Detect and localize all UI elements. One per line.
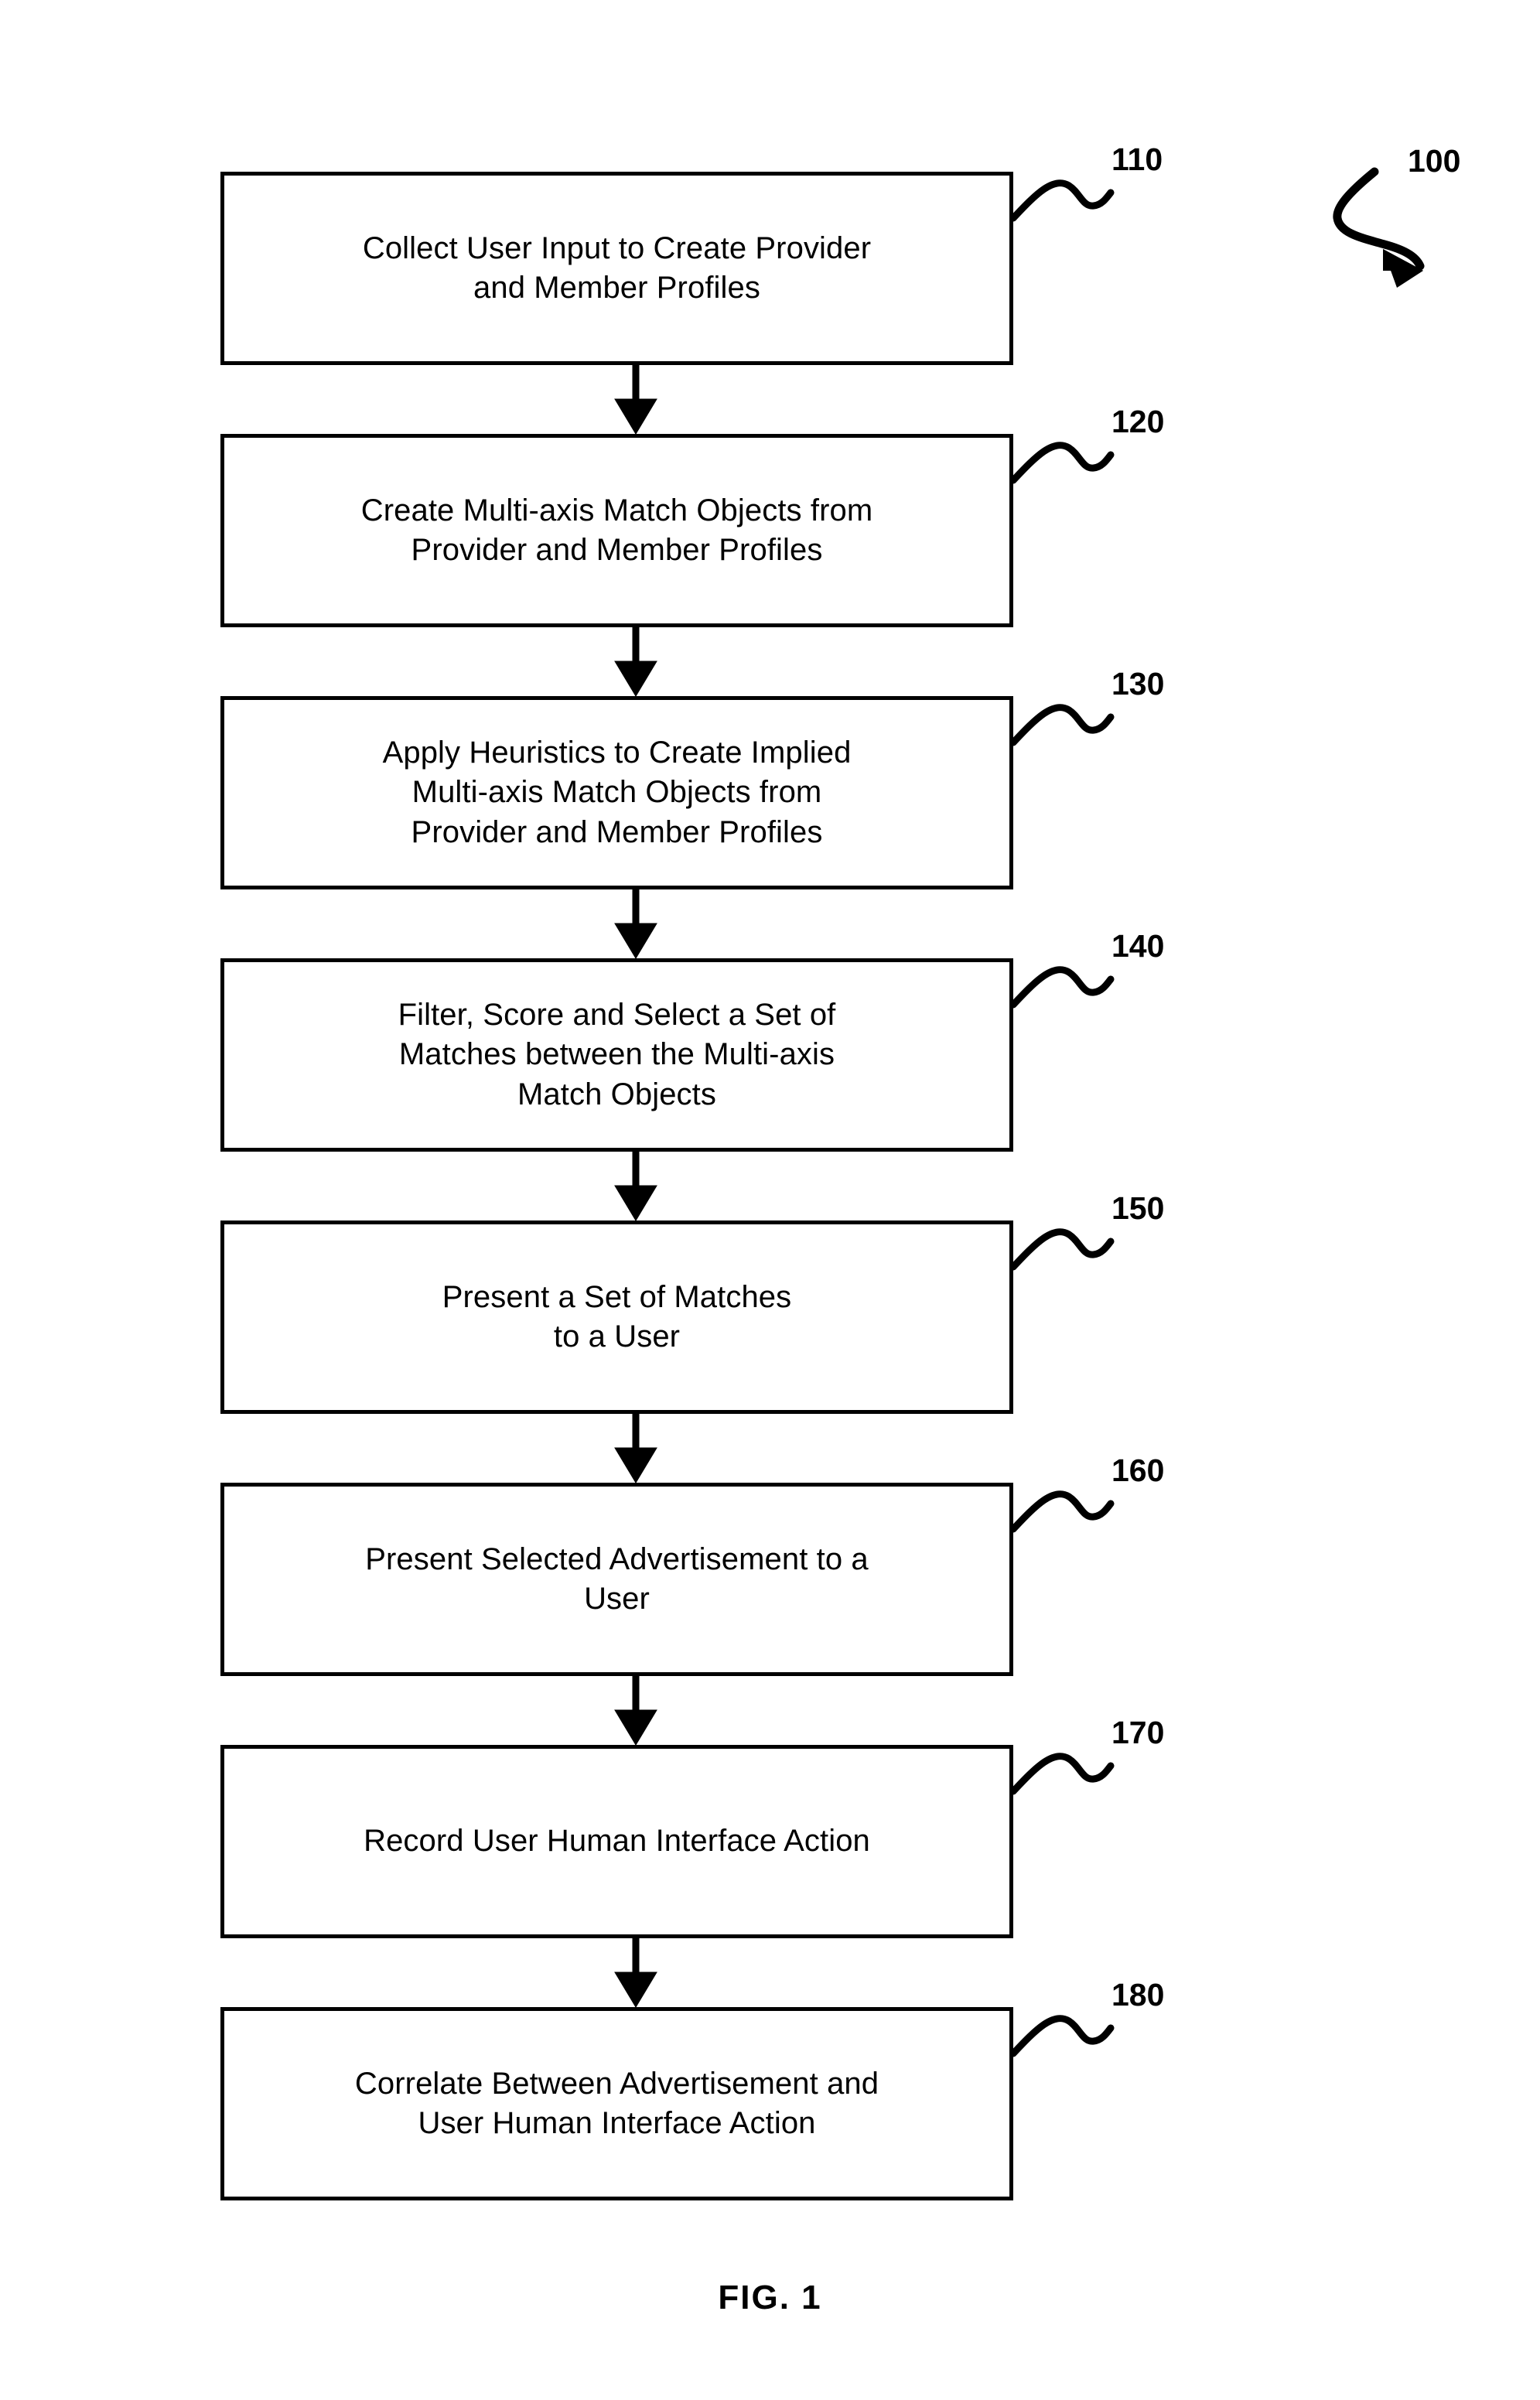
process-box-110-label: Collect User Input to Create Provider an… [362, 230, 872, 305]
reference-numeral-150: 150 [1111, 1190, 1165, 1226]
reference-numeral-100: 100 [1408, 143, 1461, 179]
process-box-150-label: Present a Set of Matches to a User [442, 1279, 792, 1354]
reference-numeral-110: 110 [1111, 142, 1163, 177]
leader-line-150 [1009, 1228, 1115, 1271]
leader-line-160 [1009, 1490, 1115, 1533]
patent-figure: Collect User Input to Create Provider an… [0, 0, 1540, 2400]
flow-arrow-130-140 [614, 889, 657, 959]
flow-arrow-120-130 [614, 627, 657, 697]
process-box-120: Create Multi-axis Match Objects from Pro… [220, 434, 1013, 627]
flow-arrow-170-180 [614, 1938, 657, 2008]
process-box-140-label: Filter, Score and Select a Set of Matche… [398, 998, 836, 1111]
flow-arrow-140-150 [614, 1152, 657, 1221]
leader-line-120 [1009, 442, 1115, 484]
process-box-130: Apply Heuristics to Create Implied Multi… [220, 696, 1013, 889]
process-box-170-label: Record User Human Interface Action [364, 1824, 870, 1859]
leader-line-180 [1009, 2015, 1115, 2057]
leader-line-170 [1009, 1753, 1115, 1795]
reference-numeral-140: 140 [1111, 928, 1165, 964]
process-box-170: Record User Human Interface Action [220, 1745, 1013, 1938]
process-box-180-label: Correlate Between Advertisement and User… [354, 2066, 879, 2140]
flow-arrow-110-120 [614, 365, 657, 435]
reference-numeral-180: 180 [1111, 1977, 1165, 2013]
process-box-150: Present a Set of Matches to a User [220, 1220, 1013, 1414]
leader-line-110 [1009, 179, 1115, 222]
process-box-160: Present Selected Advertisement to a User [220, 1483, 1013, 1676]
flow-arrow-160-170 [614, 1676, 657, 1746]
reference-numeral-120: 120 [1111, 404, 1165, 439]
reference-numeral-130: 130 [1111, 666, 1165, 702]
reference-numeral-170: 170 [1111, 1715, 1165, 1750]
figure-caption: FIG. 1 [718, 2279, 822, 2316]
process-box-140: Filter, Score and Select a Set of Matche… [220, 958, 1013, 1152]
leader-line-140 [1009, 966, 1115, 1009]
process-box-120-label: Create Multi-axis Match Objects from Pro… [360, 493, 873, 567]
process-box-160-label: Present Selected Advertisement to a User [365, 1541, 869, 1616]
reference-numeral-160: 160 [1111, 1453, 1165, 1488]
flow-arrow-150-160 [614, 1414, 657, 1483]
leader-line-130 [1009, 704, 1115, 746]
process-box-180: Correlate Between Advertisement and User… [220, 2007, 1013, 2200]
process-box-130-label: Apply Heuristics to Create Implied Multi… [382, 736, 852, 849]
process-box-110: Collect User Input to Create Provider an… [220, 172, 1013, 365]
